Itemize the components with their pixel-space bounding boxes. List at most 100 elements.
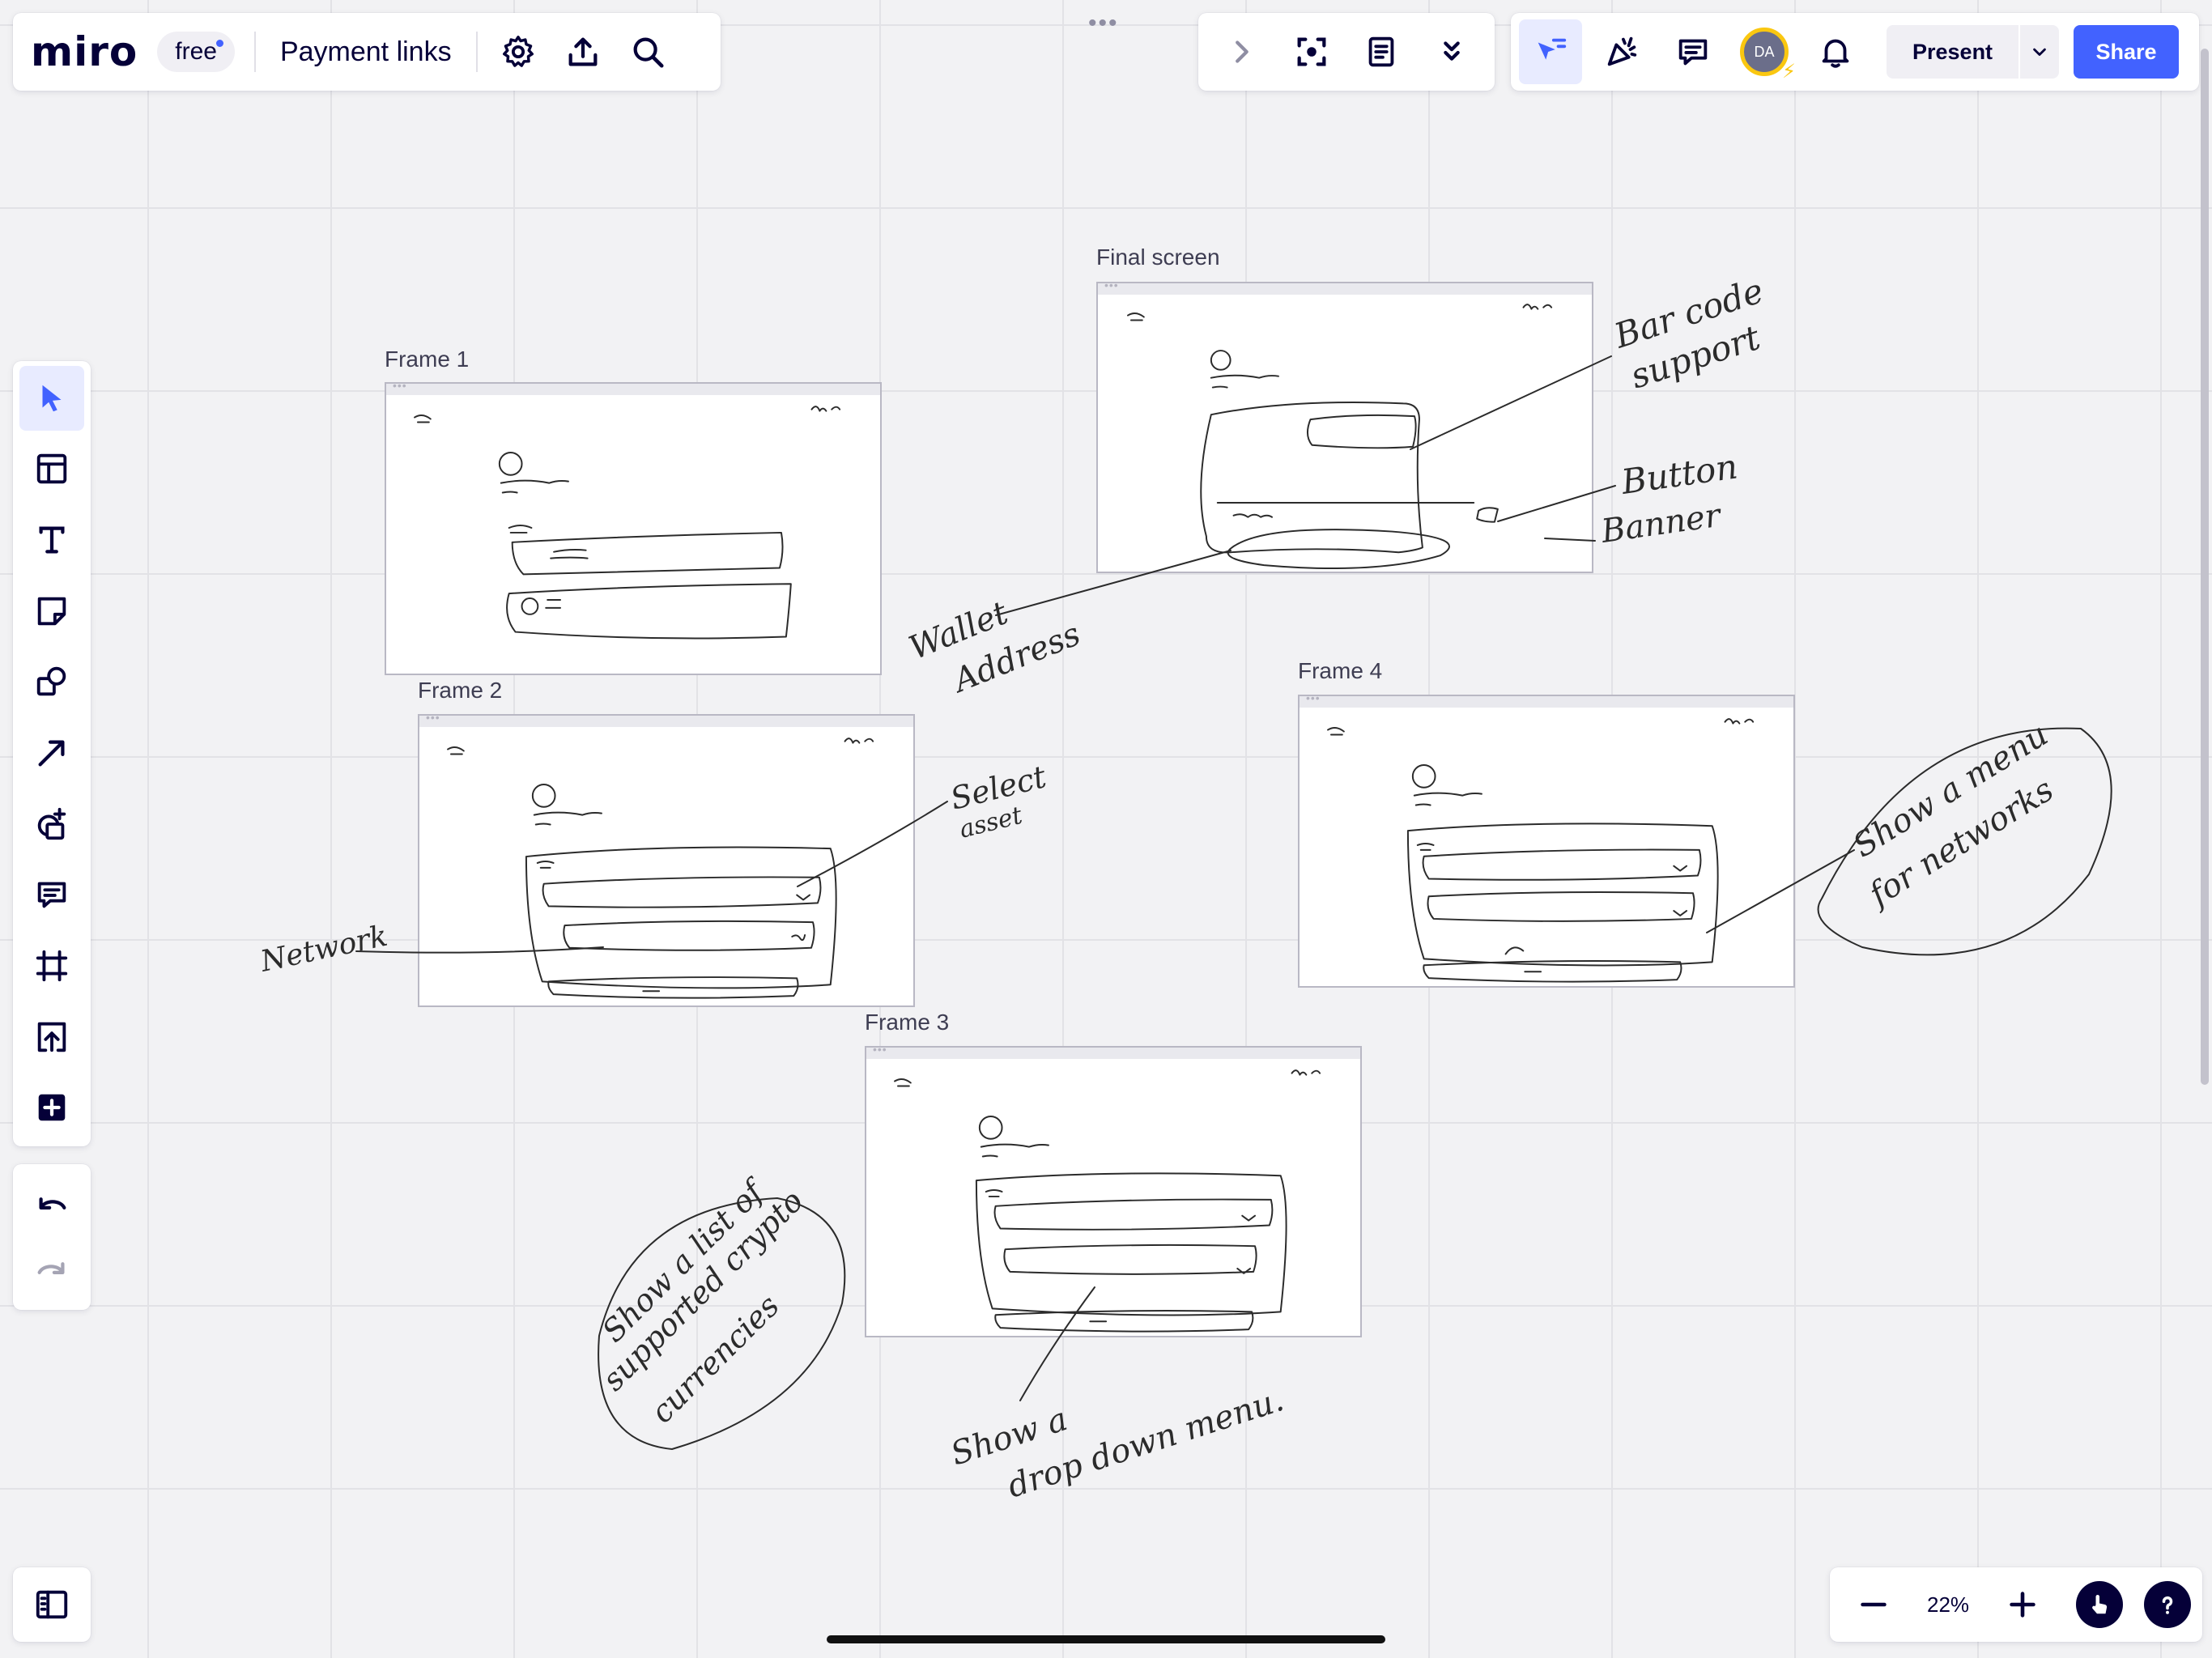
more-tools-button[interactable] xyxy=(1419,19,1484,84)
handwritten-banner: Banner xyxy=(1598,496,1725,551)
comment-icon xyxy=(37,882,66,908)
board-sidebar-panel xyxy=(13,1567,91,1642)
miro-logo[interactable]: miro xyxy=(31,28,138,75)
view-tools-panel xyxy=(1198,13,1495,91)
sketch-final-screen xyxy=(1127,304,1553,570)
search-icon xyxy=(633,37,664,68)
notification-dot xyxy=(215,40,223,47)
celebrate-button[interactable] xyxy=(1590,19,1653,84)
frame-frame-4[interactable] xyxy=(1298,691,1795,988)
present-button[interactable]: Present xyxy=(1887,25,2021,79)
comments-icon xyxy=(1678,39,1708,66)
handwritten-bar-code-support: Bar code xyxy=(1609,270,1768,356)
home-indicator[interactable] xyxy=(827,1635,1385,1643)
notes-button[interactable] xyxy=(1349,19,1414,84)
frame-frame-2[interactable] xyxy=(418,711,915,1007)
text-tool-button[interactable] xyxy=(19,508,84,572)
sketch-frame-4 xyxy=(1327,718,1755,983)
frame-label-final-screen[interactable]: Final screen xyxy=(1096,244,1220,270)
undo-button[interactable] xyxy=(19,1172,84,1237)
notifications-button[interactable] xyxy=(1804,19,1867,84)
undo-icon xyxy=(39,1197,66,1209)
handwritten-wallet-address-2: Address xyxy=(946,615,1086,701)
more-shapes-tool-button[interactable] xyxy=(19,792,84,857)
plan-badge[interactable]: free xyxy=(157,32,235,72)
arrow-icon xyxy=(38,740,65,767)
templates-icon xyxy=(36,454,67,484)
chevron-right-icon xyxy=(1236,40,1249,63)
frame-label-frame-1[interactable]: Frame 1 xyxy=(385,346,469,372)
handwritten-wallet-address: Wallet xyxy=(904,594,1015,668)
search-button[interactable] xyxy=(615,19,680,84)
shapes-tool-button[interactable] xyxy=(19,650,84,715)
frame-label-frame-3[interactable]: Frame 3 xyxy=(865,1010,949,1035)
handwritten-button: Button xyxy=(1619,446,1740,502)
frame-final-screen[interactable] xyxy=(1096,278,1593,573)
handwritten-crypto-note: Show a list of xyxy=(595,1171,773,1350)
frame-frame-1[interactable] xyxy=(385,379,882,675)
vertical-scrollbar[interactable] xyxy=(2201,49,2209,1085)
handwritten-network: Network xyxy=(257,920,390,979)
handwritten-networks-note-2: for networks xyxy=(1861,772,2060,916)
connection-line-tool-button[interactable] xyxy=(19,721,84,785)
upload-tool-button[interactable] xyxy=(19,1005,84,1069)
avatar-button[interactable]: DA ⚡ xyxy=(1733,19,1796,84)
zoom-panel: 22% xyxy=(1830,1567,2202,1642)
avatar: DA ⚡ xyxy=(1740,28,1796,83)
comments-button[interactable] xyxy=(1661,19,1725,84)
gear-icon xyxy=(502,36,534,67)
handwritten-dropdown-note-2: drop down menu. xyxy=(1003,1381,1288,1506)
lightning-icon: ⚡ xyxy=(1782,61,1796,83)
comment-tool-button[interactable] xyxy=(19,862,84,927)
expand-button[interactable] xyxy=(1209,19,1274,84)
handwritten-select-asset: Select xyxy=(947,759,1051,817)
reactions-cursor-button[interactable] xyxy=(1519,19,1582,84)
double-chevron-down-icon xyxy=(1443,41,1460,61)
focus-button[interactable] xyxy=(1279,19,1344,84)
collaboration-panel: DA ⚡ Present Share xyxy=(1511,13,2199,91)
sketch-frame-1 xyxy=(414,406,841,640)
plus-icon xyxy=(2010,1592,2035,1618)
notes-icon xyxy=(1368,36,1394,67)
history-panel xyxy=(13,1164,91,1310)
divider xyxy=(475,32,478,72)
sticky-note-icon xyxy=(37,597,66,625)
select-tool-button[interactable] xyxy=(19,366,84,431)
templates-tool-button[interactable] xyxy=(19,437,84,502)
text-icon xyxy=(39,526,65,554)
present-group: Present xyxy=(1887,25,2060,79)
export-button[interactable] xyxy=(551,19,615,84)
zoom-out-button[interactable] xyxy=(1841,1572,1906,1637)
zoom-level[interactable]: 22% xyxy=(1927,1592,1969,1618)
sticky-note-tool-button[interactable] xyxy=(19,579,84,644)
present-options-button[interactable] xyxy=(2020,25,2059,79)
handwritten-crypto-note-3: currencies xyxy=(644,1288,786,1431)
sketch-frame-3 xyxy=(894,1069,1321,1333)
handwritten-crypto-note-2: supported crypto xyxy=(595,1183,810,1397)
sidebar-toggle-button[interactable] xyxy=(19,1572,84,1637)
handwritten-dropdown-note: Show a xyxy=(946,1401,1072,1473)
handwritten-networks-note: Show a menu xyxy=(1847,716,2055,865)
pan-mode-button[interactable] xyxy=(2076,1581,2123,1628)
settings-button[interactable] xyxy=(486,19,551,84)
frame-label-frame-2[interactable]: Frame 2 xyxy=(418,678,502,704)
more-apps-button[interactable] xyxy=(19,1075,84,1140)
redo-button[interactable] xyxy=(19,1237,84,1302)
help-button[interactable] xyxy=(2143,1581,2191,1628)
pointer-icon xyxy=(42,385,62,412)
toolbar-drag-handle[interactable]: ••• xyxy=(1088,10,1119,37)
frame-frame-3[interactable] xyxy=(865,1043,1362,1337)
redo-icon xyxy=(37,1262,65,1274)
chevron-down-icon xyxy=(2033,48,2046,56)
zoom-in-button[interactable] xyxy=(1990,1572,2055,1637)
frame-label-frame-4[interactable]: Frame 4 xyxy=(1298,658,1382,684)
share-button[interactable]: Share xyxy=(2074,25,2180,79)
upload-icon xyxy=(37,1022,66,1052)
sidebar-icon xyxy=(36,1590,68,1619)
hand-pointer-icon xyxy=(2092,1595,2108,1614)
handwritten-bar-code-support-2: support xyxy=(1626,317,1765,397)
select-cursor-icon xyxy=(1538,38,1567,60)
board-title[interactable]: Payment links xyxy=(280,36,452,68)
frame-tool-button[interactable] xyxy=(19,933,84,998)
handwritten-select-asset-2: asset xyxy=(956,801,1026,844)
